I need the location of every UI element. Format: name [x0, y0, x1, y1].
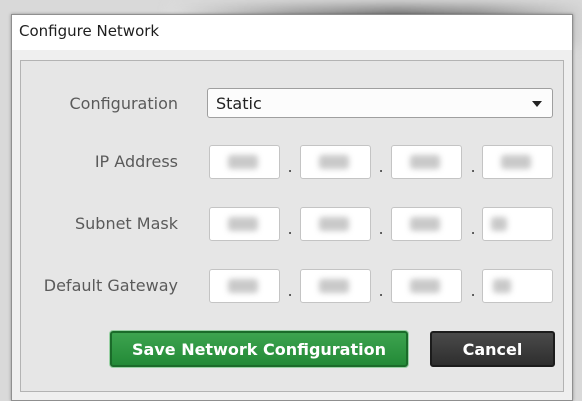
dialog-title: Configure Network	[19, 22, 160, 40]
ip-octet-2[interactable]	[300, 145, 371, 179]
cancel-button[interactable]: Cancel	[430, 331, 555, 367]
configuration-dropdown[interactable]: Static	[207, 88, 553, 118]
gateway-octet-4-value	[493, 279, 511, 293]
gateway-separator: .	[287, 281, 293, 300]
subnet-separator: .	[470, 219, 476, 238]
subnet-octet-2[interactable]	[300, 207, 371, 241]
subnet-octet-3[interactable]	[391, 207, 462, 241]
ip-separator: .	[470, 157, 476, 176]
subnet-separator: .	[287, 219, 293, 238]
gateway-octet-3[interactable]	[391, 269, 462, 303]
subnet-octet-2-value	[319, 217, 349, 231]
subnet-octet-1-value	[228, 217, 258, 231]
subnet-mask-label: Subnet Mask	[74, 214, 178, 233]
subnet-separator: .	[378, 219, 384, 238]
title-bar: Configure Network	[12, 15, 572, 50]
configuration-label: Configuration	[69, 94, 178, 113]
ip-octet-3[interactable]	[391, 145, 462, 179]
ip-octet-1[interactable]	[209, 145, 280, 179]
ip-separator: .	[378, 157, 384, 176]
ip-octet-2-value	[319, 155, 349, 169]
ip-octet-1-value	[228, 155, 258, 169]
ip-address-label: IP Address	[94, 152, 178, 171]
gateway-octet-2-value	[319, 279, 349, 293]
configuration-value: Static	[216, 94, 262, 113]
form-panel: Configuration Static IP Address . . . Su…	[20, 60, 564, 392]
gateway-octet-2[interactable]	[300, 269, 371, 303]
default-gateway-label: Default Gateway	[43, 276, 178, 295]
ip-octet-3-value	[410, 155, 440, 169]
ip-octet-4[interactable]	[482, 145, 553, 179]
gateway-octet-1[interactable]	[209, 269, 280, 303]
gateway-octet-3-value	[410, 279, 440, 293]
configure-network-dialog: Configure Network Configuration Static I…	[11, 14, 573, 401]
gateway-separator: .	[470, 281, 476, 300]
save-network-configuration-button[interactable]: Save Network Configuration	[110, 331, 408, 367]
subnet-octet-4-value	[491, 217, 507, 231]
gateway-octet-4[interactable]	[482, 269, 553, 303]
chevron-down-icon	[532, 101, 542, 107]
gateway-octet-1-value	[228, 279, 258, 293]
ip-separator: .	[287, 157, 293, 176]
subnet-octet-3-value	[410, 217, 440, 231]
gateway-separator: .	[378, 281, 384, 300]
ip-octet-4-value	[501, 155, 531, 169]
subnet-octet-1[interactable]	[209, 207, 280, 241]
subnet-octet-4[interactable]	[482, 207, 553, 241]
